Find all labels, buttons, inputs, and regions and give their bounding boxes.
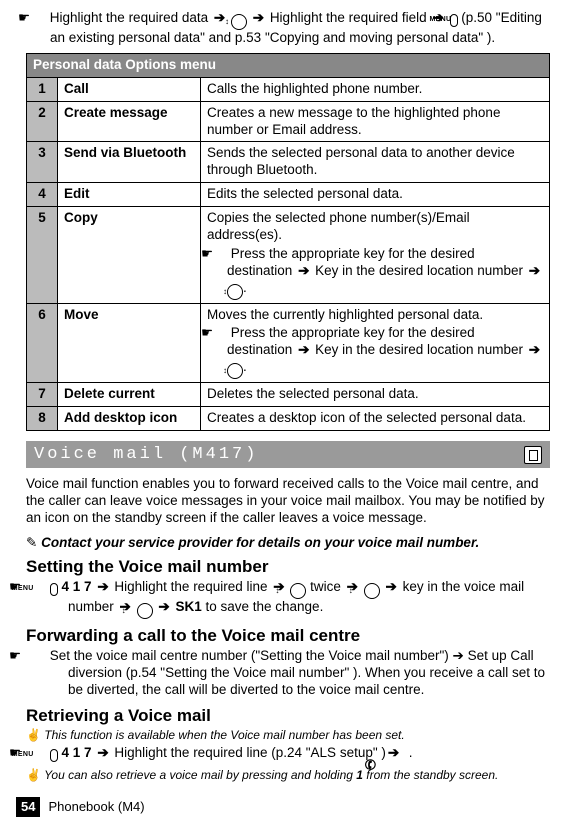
row-desc: Sends the selected personal data to anot… bbox=[201, 142, 550, 183]
options-table: Personal data Options menu 1 Call Calls … bbox=[26, 53, 550, 431]
row-desc: Moves the currently highlighted personal… bbox=[201, 303, 550, 383]
nav-icon: ↕ bbox=[290, 583, 306, 599]
subheading-set: Setting the Voice mail number bbox=[26, 556, 550, 577]
subheading-fwd: Forwarding a call to the Voice mail cent… bbox=[26, 625, 550, 646]
table-row: 6 Move Moves the currently highlighted p… bbox=[27, 303, 550, 383]
arrow-icon: ➔ bbox=[251, 10, 266, 25]
row-num: 7 bbox=[27, 383, 58, 407]
table-row: 5 Copy Copies the selected phone number(… bbox=[27, 207, 550, 304]
memo-icon: ✎ bbox=[26, 535, 37, 550]
note-icon: ✌ bbox=[26, 768, 41, 782]
table-row: 8 Add desktop icon Creates a desktop ico… bbox=[27, 407, 550, 431]
row-desc: Copies the selected phone number(s)/Emai… bbox=[201, 207, 550, 304]
intro-pre: Highlight the required data bbox=[50, 10, 208, 25]
menu-icon: MENU bbox=[50, 749, 58, 762]
arrow-icon: ➔ bbox=[296, 342, 311, 357]
arrow-icon: ➔ bbox=[156, 599, 171, 614]
table-row: 4 Edit Edits the selected personal data. bbox=[27, 183, 550, 207]
hand-icon: ☛ bbox=[26, 648, 46, 665]
section-header: Voice mail (M417) bbox=[26, 441, 550, 468]
key-seq: 4 1 7 bbox=[62, 579, 96, 594]
row-name: Call bbox=[58, 77, 201, 101]
menu-icon: MENU bbox=[450, 14, 458, 27]
table-row: 7 Delete current Deletes the selected pe… bbox=[27, 383, 550, 407]
table-header: Personal data Options menu bbox=[27, 53, 550, 77]
row-desc: Creates a new message to the highlighted… bbox=[201, 101, 550, 142]
row-desc: Calls the highlighted phone number. bbox=[201, 77, 550, 101]
row-num: 8 bbox=[27, 407, 58, 431]
row-name: Send via Bluetooth bbox=[58, 142, 201, 183]
section-title: Voice mail (M417) bbox=[34, 444, 258, 465]
ret-note1: ✌ This function is available when the Vo… bbox=[26, 728, 550, 743]
arrow-icon: ➔ bbox=[383, 579, 398, 594]
row-num: 2 bbox=[27, 101, 58, 142]
page-footer: 54 Phonebook (M4) bbox=[16, 797, 145, 817]
hand-icon: ☛ bbox=[26, 10, 46, 27]
arrow-icon: ➔ bbox=[95, 745, 110, 760]
sim-icon bbox=[524, 446, 542, 464]
table-row: 2 Create message Creates a new message t… bbox=[27, 101, 550, 142]
sk1-label: SK1 bbox=[175, 599, 201, 614]
row-num: 5 bbox=[27, 207, 58, 304]
nav-icon: ↕ bbox=[364, 583, 380, 599]
row-name: Create message bbox=[58, 101, 201, 142]
note-icon: ✌ bbox=[26, 728, 41, 742]
row-name: Copy bbox=[58, 207, 201, 304]
arrow-icon: ➔ bbox=[386, 745, 401, 760]
row-desc: Deletes the selected personal data. bbox=[201, 383, 550, 407]
fwd-step: ☛ Set the voice mail centre number ("Set… bbox=[26, 648, 550, 699]
arrow-icon: ➔ bbox=[95, 579, 110, 594]
row-name: Delete current bbox=[58, 383, 201, 407]
ret-note2: ✌ You can also retrieve a voice mail by … bbox=[26, 768, 550, 783]
set-step: ☛ MENU 4 1 7 ➔ Highlight the required li… bbox=[26, 579, 550, 619]
row-name: Add desktop icon bbox=[58, 407, 201, 431]
arrow-icon: ➔ bbox=[527, 263, 542, 278]
hand-icon: ☛ bbox=[207, 325, 227, 342]
call-icon: ✆ bbox=[402, 746, 408, 762]
page-number: 54 bbox=[16, 797, 40, 817]
row-num: 1 bbox=[27, 77, 58, 101]
intro-step: ☛ Highlight the required data ➔ ↕ ➔ High… bbox=[26, 10, 550, 47]
intro-mid: Highlight the required field bbox=[270, 10, 427, 25]
row-desc: Edits the selected personal data. bbox=[201, 183, 550, 207]
table-row: 3 Send via Bluetooth Sends the selected … bbox=[27, 142, 550, 183]
voice-mail-paragraph: Voice mail function enables you to forwa… bbox=[26, 476, 550, 527]
menu-icon: MENU bbox=[50, 583, 58, 596]
subheading-ret: Retrieving a Voice mail bbox=[26, 705, 550, 726]
row-name: Move bbox=[58, 303, 201, 383]
table-row: 1 Call Calls the highlighted phone numbe… bbox=[27, 77, 550, 101]
nav-icon: ↕ bbox=[137, 603, 153, 619]
note-line: ✎ Contact your service provider for deta… bbox=[26, 535, 550, 552]
ret-step: ☛ MENU 4 1 7 ➔ Highlight the required li… bbox=[26, 745, 550, 762]
nav-icon: ↕ bbox=[227, 284, 243, 300]
row-num: 4 bbox=[27, 183, 58, 207]
hand-icon: ☛ bbox=[207, 246, 227, 263]
row-desc: Creates a desktop icon of the selected p… bbox=[201, 407, 550, 431]
row-name: Edit bbox=[58, 183, 201, 207]
arrow-icon: ➔ bbox=[527, 342, 542, 357]
key-seq: 4 1 7 bbox=[62, 745, 96, 760]
row-num: 3 bbox=[27, 142, 58, 183]
arrow-icon: ➔ bbox=[296, 263, 311, 278]
nav-icon: ↕ bbox=[227, 363, 243, 379]
nav-icon: ↕ bbox=[231, 14, 247, 30]
footer-section: Phonebook (M4) bbox=[48, 799, 144, 815]
row-num: 6 bbox=[27, 303, 58, 383]
